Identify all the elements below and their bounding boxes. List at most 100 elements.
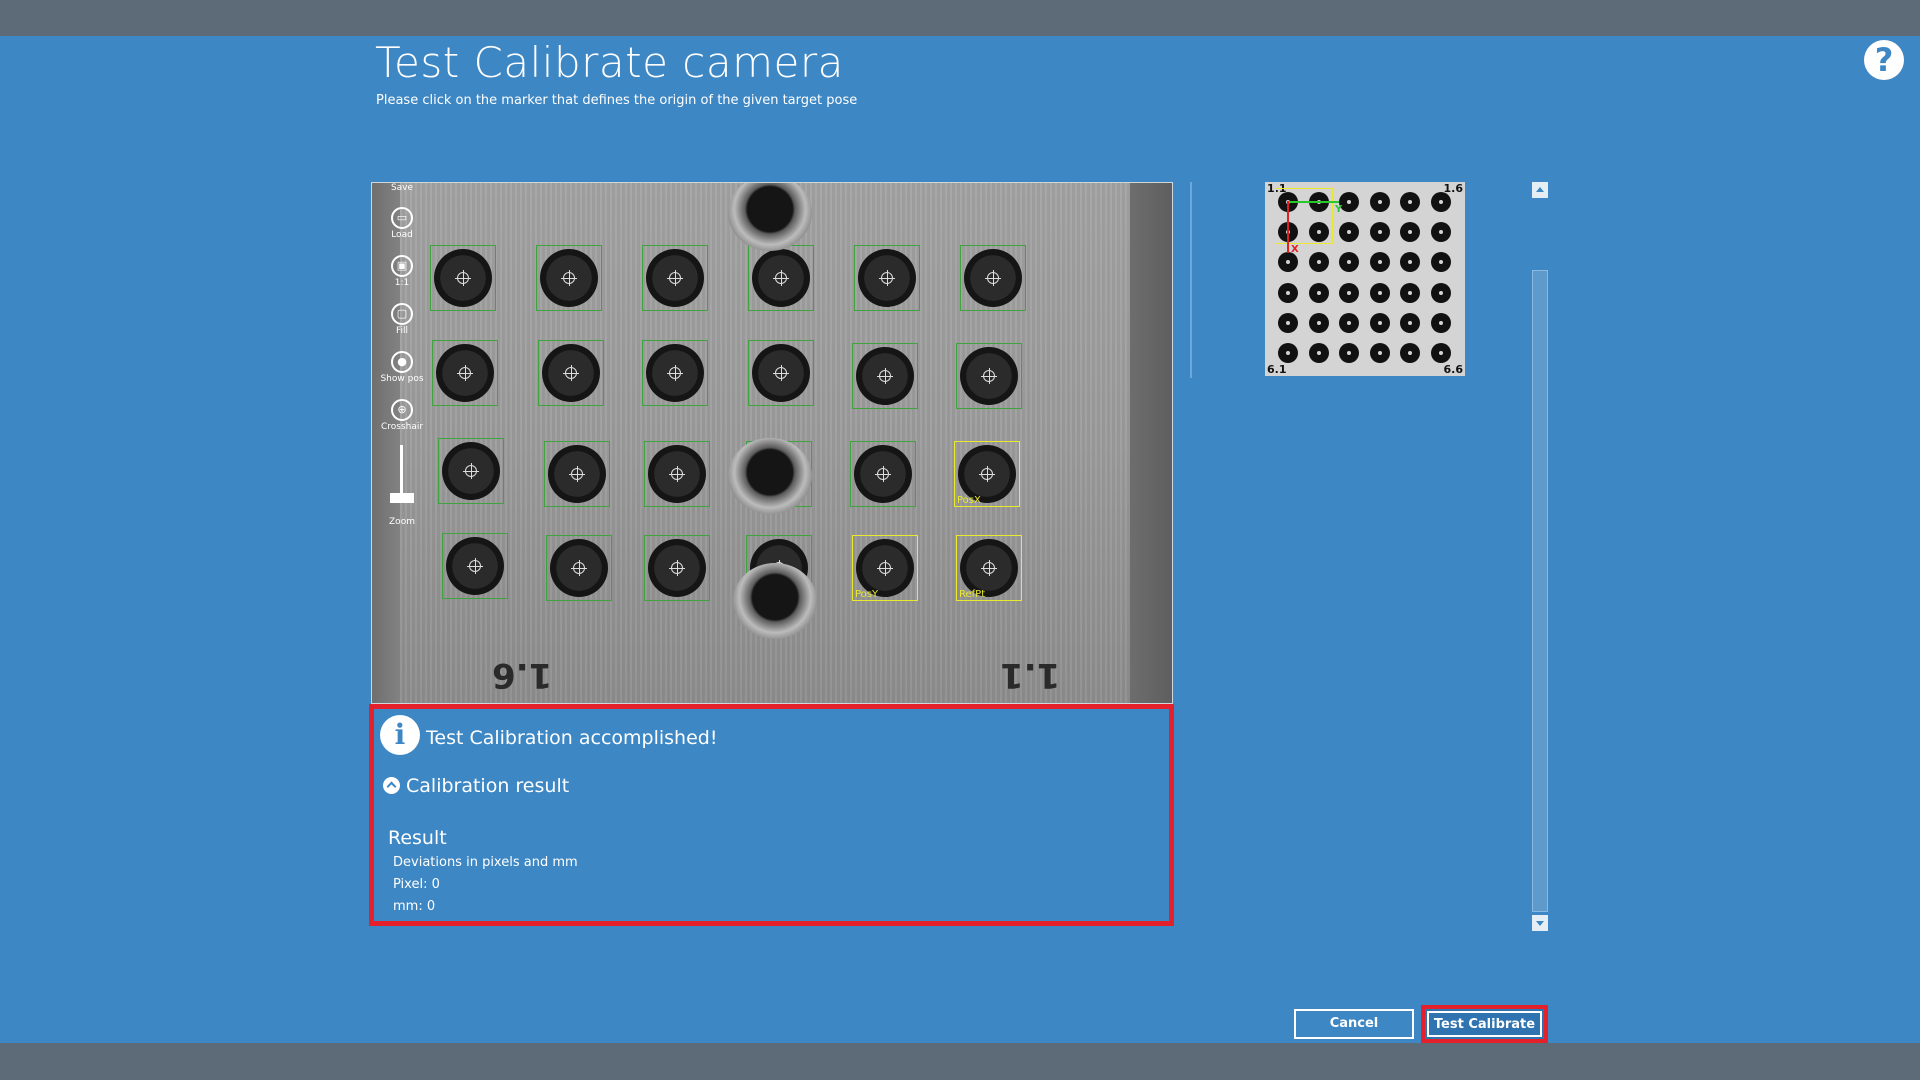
marker-crosshair-icon <box>667 270 683 286</box>
location-pin-icon: ● <box>391 351 413 373</box>
load-tool[interactable]: ▭ Load <box>378 207 426 240</box>
preview-marker-dot <box>1308 343 1329 363</box>
zoom-slider-thumb[interactable] <box>390 493 414 503</box>
calibration-marker[interactable] <box>546 535 612 601</box>
preview-marker-dot <box>1430 312 1451 333</box>
scrollbar-thumb[interactable] <box>1532 270 1548 912</box>
marker-crosshair-icon <box>981 560 997 576</box>
calibration-marker[interactable] <box>430 245 496 311</box>
y-axis-arrow <box>1287 201 1339 203</box>
calibration-plate-image: PosX PosY RefPt 1.6 1.1 <box>400 183 1130 703</box>
calibration-marker[interactable] <box>438 438 504 504</box>
info-icon: i <box>380 715 420 755</box>
calibration-marker[interactable] <box>442 533 508 599</box>
preview-marker-dot <box>1308 252 1329 273</box>
marker-crosshair-icon <box>985 270 1001 286</box>
scroll-down-button[interactable] <box>1532 915 1548 931</box>
collapse-chevron-icon[interactable] <box>383 777 400 794</box>
preview-marker-dot <box>1369 222 1390 243</box>
corner-label-bottom-left: 6.1 <box>1267 363 1287 376</box>
test-calibrate-label: Test Calibrate <box>1427 1011 1542 1037</box>
marker-crosshair-icon <box>669 466 685 482</box>
marker-label: PosX <box>957 495 981 506</box>
calibration-marker[interactable] <box>748 340 814 406</box>
calibration-marker[interactable] <box>536 245 602 311</box>
calibration-marker[interactable] <box>642 245 708 311</box>
calibration-marker[interactable] <box>432 340 498 406</box>
help-icon[interactable]: ? <box>1864 40 1904 80</box>
preview-marker-dot <box>1278 252 1298 273</box>
calibration-marker[interactable]: RefPt <box>956 535 1022 601</box>
preview-marker-dot <box>1369 343 1390 363</box>
plate-mark-left: 1.6 <box>492 655 553 695</box>
result-line-mm: mm: 0 <box>393 899 436 914</box>
plate-mark-right: 1.1 <box>1000 655 1061 695</box>
result-line-deviations: Deviations in pixels and mm <box>393 855 578 870</box>
marker-crosshair-icon <box>457 365 473 381</box>
status-message: Test Calibration accomplished! <box>426 727 718 749</box>
calibration-result-toggle[interactable]: Calibration result <box>406 775 569 797</box>
scroll-up-button[interactable] <box>1532 182 1548 198</box>
calibration-marker[interactable] <box>748 245 814 311</box>
preview-marker-dot <box>1339 282 1359 303</box>
bottom-bar <box>0 1043 1920 1080</box>
calibration-marker[interactable] <box>538 340 604 406</box>
plate-hole <box>733 563 817 639</box>
preview-marker-dot <box>1339 343 1359 363</box>
preview-marker-dot <box>1400 252 1420 273</box>
save-label: Save <box>390 183 414 193</box>
crosshair-label: Crosshair <box>380 422 424 432</box>
marker-crosshair-icon <box>467 558 483 574</box>
cancel-button[interactable]: Cancel <box>1294 1009 1414 1039</box>
preview-marker-dot <box>1369 312 1390 333</box>
marker-crosshair-icon <box>979 466 995 482</box>
marker-crosshair-icon <box>563 365 579 381</box>
marker-crosshair-icon <box>877 368 893 384</box>
monitor-icon: ▢ <box>391 303 413 325</box>
calibration-marker[interactable]: PosY <box>852 535 918 601</box>
preview-marker-dot <box>1308 312 1329 333</box>
preview-marker-dot <box>1308 282 1329 303</box>
zoom-slider-track[interactable] <box>400 445 403 497</box>
zoom-label: Zoom <box>389 517 415 527</box>
marker-crosshair-icon <box>875 466 891 482</box>
calibration-marker[interactable]: PosX <box>954 441 1020 507</box>
marker-crosshair-icon <box>981 368 997 384</box>
calibration-marker[interactable] <box>960 245 1026 311</box>
chevron-up-icon <box>1536 187 1544 192</box>
calibration-marker[interactable] <box>852 343 918 409</box>
camera-view[interactable]: PosX PosY RefPt 1.6 1.1 Save ▭ Load ▣ 1:1 ▢ … <box>371 182 1173 704</box>
marker-crosshair-icon <box>561 270 577 286</box>
save-tool[interactable]: Save <box>378 183 426 193</box>
one-to-one-tool[interactable]: ▣ 1:1 <box>378 255 426 288</box>
preview-marker-dot <box>1430 192 1451 212</box>
fill-label: Fill <box>395 326 409 336</box>
calibration-marker[interactable] <box>956 343 1022 409</box>
calibration-marker[interactable] <box>544 441 610 507</box>
crosshair-icon: ⊕ <box>391 399 413 421</box>
show-pos-tool[interactable]: ● Show pos <box>378 351 426 384</box>
calibration-marker[interactable] <box>854 245 920 311</box>
preview-marker-dot <box>1278 282 1298 303</box>
calibration-marker[interactable] <box>644 535 710 601</box>
plate-hole <box>728 183 812 251</box>
preview-marker-dot <box>1400 222 1420 243</box>
fill-tool[interactable]: ▢ Fill <box>378 303 426 336</box>
calibration-marker[interactable] <box>644 441 710 507</box>
marker-label: PosY <box>855 589 879 600</box>
test-calibrate-button[interactable]: Test Calibrate <box>1421 1005 1548 1043</box>
preview-marker-dot <box>1339 222 1359 243</box>
crosshair-tool[interactable]: ⊕ Crosshair <box>378 399 426 432</box>
calibration-marker[interactable] <box>850 441 916 507</box>
load-label: Load <box>391 230 413 240</box>
preview-marker-dot <box>1339 312 1359 333</box>
image-icon: ▣ <box>391 255 413 277</box>
marker-crosshair-icon <box>879 270 895 286</box>
marker-crosshair-icon <box>463 463 479 479</box>
preview-marker-dot <box>1400 282 1420 303</box>
zoom-tool: Zoom <box>378 517 426 527</box>
calibration-result-panel: i Test Calibration accomplished! Calibra… <box>369 704 1174 926</box>
preview-marker-dot <box>1339 252 1359 273</box>
calibration-marker[interactable] <box>642 340 708 406</box>
target-preview: 1.1 1.6 6.1 6.6 YX <box>1265 182 1465 376</box>
